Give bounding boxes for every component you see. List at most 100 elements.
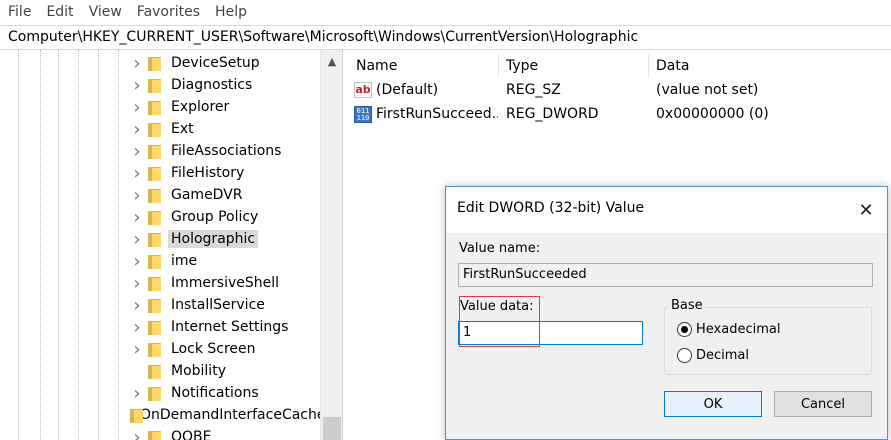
radio-selected-icon[interactable] — [677, 322, 692, 337]
menu-file[interactable]: File — [8, 4, 31, 20]
close-icon[interactable]: ✕ — [855, 199, 877, 221]
column-header-name[interactable]: Name — [348, 54, 498, 78]
tree-item-label: Lock Screen — [171, 341, 256, 357]
radio-unselected-icon[interactable] — [677, 348, 692, 363]
value-name-field: FirstRunSucceeded — [458, 263, 873, 287]
tree-guide-line — [18, 50, 19, 440]
chevron-right-icon[interactable]: › — [128, 119, 146, 140]
chevron-right-icon[interactable]: › — [128, 75, 146, 96]
tree-item-label: Holographic — [168, 230, 259, 248]
tree-item[interactable]: › GameDVR — [128, 184, 320, 206]
edit-dword-dialog: Edit DWORD (32-bit) Value ✕ Value name: … — [445, 186, 888, 440]
tree-item[interactable]: › ImmersiveShell — [128, 272, 320, 294]
tree-guide-line — [78, 50, 79, 440]
menu-help[interactable]: Help — [215, 4, 247, 20]
ok-button[interactable]: OK — [664, 391, 762, 417]
column-header-type[interactable]: Type — [498, 54, 648, 78]
radio-hexadecimal[interactable]: Hexadecimal — [677, 322, 780, 337]
address-bar[interactable]: Computer\HKEY_CURRENT_USER\Software\Micr… — [0, 25, 891, 50]
column-header-data[interactable]: Data — [648, 54, 848, 78]
radio-decimal-label: Decimal — [696, 348, 750, 363]
dialog-title-bar[interactable]: Edit DWORD (32-bit) Value ✕ — [446, 187, 887, 233]
chevron-right-icon[interactable]: › — [128, 383, 146, 404]
binary-value-icon: 011 110 — [354, 105, 372, 123]
chevron-right-icon[interactable]: › — [128, 317, 146, 338]
tree-item[interactable]: › Internet Settings — [128, 316, 320, 338]
tree-item-label: GameDVR — [171, 187, 243, 203]
tree-item[interactable]: › Ext — [128, 118, 320, 140]
tree-item-label: InstallService — [171, 297, 265, 313]
value-data: (value not set) — [656, 82, 759, 98]
tree-item[interactable]: › Holographic — [128, 228, 320, 250]
tree-item-label: Mobility — [171, 363, 226, 379]
tree-item[interactable]: › Diagnostics — [128, 74, 320, 96]
tree-item-label: FileAssociations — [171, 143, 282, 159]
base-group — [664, 307, 872, 375]
tree-guide-line — [98, 50, 99, 440]
chevron-right-icon[interactable]: › — [128, 185, 146, 206]
chevron-right-icon[interactable]: › — [128, 229, 146, 250]
tree-item-label: Ext — [171, 121, 194, 137]
tree-item[interactable]: › OOBE — [128, 426, 320, 440]
dialog-title: Edit DWORD (32-bit) Value — [457, 200, 645, 216]
menu-edit[interactable]: Edit — [46, 4, 73, 20]
tree-item-label: OOBE — [171, 429, 212, 440]
value-name: FirstRunSucceed... — [376, 106, 498, 122]
menu-bar: File Edit View Favorites Help — [0, 0, 891, 24]
tree-item[interactable]: › ime — [128, 250, 320, 272]
tree-item[interactable]: › FileAssociations — [128, 140, 320, 162]
value-name-label: Value name: — [459, 241, 541, 256]
string-value-icon: ab — [354, 82, 372, 98]
tree-item[interactable]: Mobility — [128, 360, 320, 382]
folder-icon — [148, 386, 161, 401]
tree-item[interactable]: › Lock Screen — [128, 338, 320, 360]
tree-item[interactable]: › Group Policy — [128, 206, 320, 228]
chevron-right-icon[interactable]: › — [128, 163, 146, 184]
menu-favorites[interactable]: Favorites — [137, 4, 200, 20]
folder-icon — [148, 364, 161, 379]
tree-guide-line — [58, 50, 59, 440]
value-row-default[interactable]: ab (Default) REG_SZ (value not set) — [344, 79, 891, 101]
tree-guide-line — [40, 50, 41, 440]
folder-icon — [148, 210, 161, 225]
value-row-firstrunsucceeded[interactable]: 011 110 FirstRunSucceed... REG_DWORD 0x00… — [344, 103, 891, 125]
folder-icon — [148, 276, 161, 291]
chevron-right-icon[interactable]: › — [128, 53, 146, 74]
folder-icon — [148, 188, 161, 203]
chevron-right-icon[interactable]: › — [128, 339, 146, 360]
cancel-button[interactable]: Cancel — [774, 391, 872, 417]
tree-item-label: FileHistory — [171, 165, 245, 181]
chevron-up-icon[interactable]: ▲ — [321, 50, 342, 72]
tree-item-label: Notifications — [171, 385, 259, 401]
folder-icon — [148, 254, 161, 269]
radio-decimal[interactable]: Decimal — [677, 348, 749, 363]
tree-guide-line — [118, 50, 119, 440]
folder-icon — [148, 430, 161, 440]
chevron-right-icon[interactable]: › — [128, 427, 146, 440]
folder-icon — [148, 298, 161, 313]
folder-icon — [148, 166, 161, 181]
tree-item-label: Diagnostics — [171, 77, 253, 93]
chevron-right-icon[interactable]: › — [128, 207, 146, 228]
chevron-right-icon[interactable]: › — [128, 141, 146, 162]
chevron-right-icon[interactable]: › — [128, 251, 146, 272]
value-name: (Default) — [376, 82, 439, 98]
folder-icon — [148, 144, 161, 159]
tree-item-label: ImmersiveShell — [171, 275, 280, 291]
base-label: Base — [668, 298, 706, 313]
tree-item[interactable]: › InstallService — [128, 294, 320, 316]
tree-item[interactable]: › Notifications — [128, 382, 320, 404]
tree-scrollbar[interactable]: ▲ — [320, 50, 342, 440]
tree-item[interactable]: › FileHistory — [128, 162, 320, 184]
chevron-right-icon[interactable]: › — [128, 273, 146, 294]
menu-view[interactable]: View — [89, 4, 122, 20]
tree-item-label: Group Policy — [171, 209, 259, 225]
tree-item[interactable]: › DeviceSetup — [128, 52, 320, 74]
tree-item[interactable]: OnDemandInterfaceCache — [128, 404, 325, 426]
value-type: REG_SZ — [506, 82, 561, 98]
scroll-thumb[interactable] — [323, 417, 341, 440]
chevron-right-icon[interactable]: › — [128, 295, 146, 316]
tree-item[interactable]: › Explorer — [128, 96, 320, 118]
chevron-right-icon[interactable]: › — [128, 97, 146, 118]
tree-item-label: ime — [171, 253, 198, 269]
